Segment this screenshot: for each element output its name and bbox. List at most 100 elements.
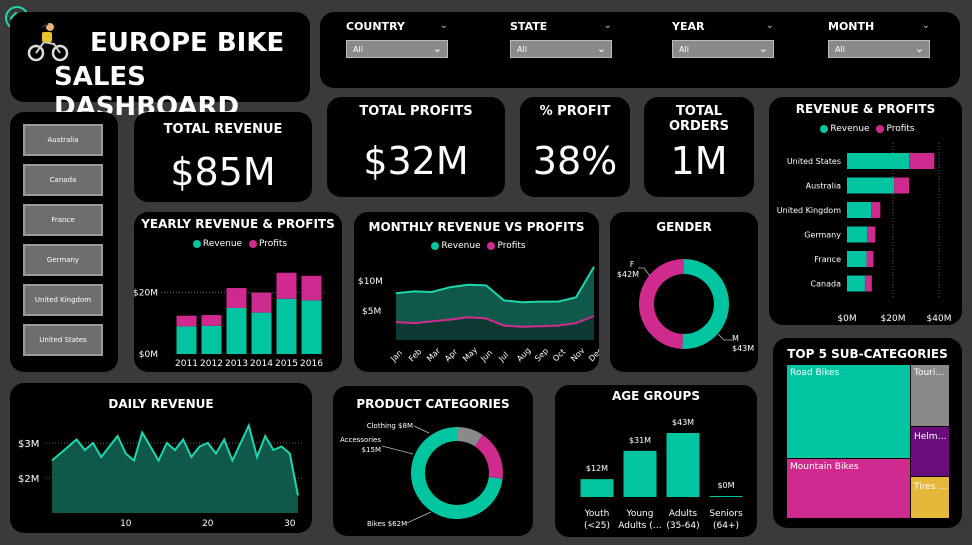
y-tick-label: $5M [362,307,381,317]
state-filter[interactable]: STATE ⌄ All ⌄ [510,20,612,58]
profits-bar [864,275,872,292]
chevron-down-icon[interactable]: ⌄ [440,20,448,31]
legend-profits-swatch [487,241,496,250]
x-tick-label: $20M [881,314,906,324]
chevron-down-icon: ⌄ [914,42,924,55]
profits-bar [871,202,881,218]
data-label: $12M [586,464,608,473]
legend-revenue-swatch [820,124,829,133]
x-tick-label: 20 [202,519,214,529]
category-label: Clothing $8M [367,422,413,430]
treemap-label: Helm… [914,432,947,442]
chevron-down-icon[interactable]: ⌄ [604,20,612,31]
filter-value: All [517,45,527,54]
filter-label: COUNTRY [346,20,405,33]
donut-slice [682,259,729,349]
header-card: EUROPE BIKE SALES DASHBOARD [10,12,310,122]
legend-profits: Profits [258,239,288,249]
x-tick-label: $40M [927,314,952,324]
label-leader-line [406,511,432,524]
kpi-value: $32M [363,139,469,183]
slicer-item-united-states[interactable]: United States [23,324,103,356]
chart-title: YEARLY REVENUE & PROFITS [141,217,335,231]
treemap-label: Touri… [914,368,945,378]
chevron-down-icon[interactable]: ⌄ [922,20,930,31]
legend-revenue-swatch [431,241,440,250]
slicer-item-canada[interactable]: Canada [23,164,103,196]
kpi-label: TOTAL ORDERS [668,104,730,134]
treemap-mountain-bikes[interactable]: Mountain Bikes [787,459,910,518]
chart-legend: Revenue Profits [354,241,599,251]
treemap-label: Road Bikes [790,368,840,378]
product-donut-chart: Clothing $8M Accessories $15M Bikes $62M [340,422,503,528]
data-label: $43M [672,418,694,427]
daily-area [52,425,298,513]
chart-legend: Revenue Profits [769,124,962,134]
monthly-area-chart: $10M $5M Jan Feb Mar Apr May Jun Jul Aug Sep Oct Nov… [358,266,599,364]
x-tick-label: Young [626,509,654,519]
state-dropdown[interactable]: All ⌄ [510,40,612,58]
label-leader-line [717,333,732,341]
legend-profits-swatch [248,239,257,248]
filters-card: COUNTRY ⌄ All ⌄ STATE ⌄ All ⌄ YEAR ⌄ All ⌄ … [320,12,960,88]
chart-title: DAILY REVENUE [108,397,214,411]
kpi-label: TOTAL REVENUE [163,122,283,137]
revenue-bar [176,326,197,354]
slicer-item-australia[interactable]: Australia [23,124,103,156]
slicer-item-germany[interactable]: Germany [23,244,103,276]
legend-profits: Profits [497,241,526,251]
treemap-helmets[interactable]: Helm… [911,427,949,476]
profits-bar [251,292,272,313]
treemap-road-bikes[interactable]: Road Bikes [787,365,910,458]
x-tick-label: Youth [584,509,610,519]
total-profits-card: TOTAL PROFITS $32M [327,97,505,197]
legend-profits: Profits [886,124,915,134]
country-slicer: Australia Canada France Germany United K… [10,112,118,372]
category-value: $15M [362,446,381,454]
slicer-item-france[interactable]: France [23,204,103,236]
country-filter[interactable]: COUNTRY ⌄ All ⌄ [346,20,448,58]
year-dropdown[interactable]: All ⌄ [672,40,774,58]
y-tick-label: $3M [18,439,39,450]
gender-value: $42M [617,270,639,279]
dashboard-title-line1: EUROPE BIKE [90,28,285,58]
filter-label: STATE [510,20,548,33]
y-tick-label: France [814,255,841,264]
kpi-value: 38% [532,139,618,183]
revenue-bar [847,226,868,243]
treemap-label: Tires … [914,482,948,492]
treemap-label: Mountain Bikes [790,462,859,472]
profits-bar [201,315,222,326]
month-dropdown[interactable]: All ⌄ [828,40,930,58]
profits-bar [866,251,874,267]
country-dropdown[interactable]: All ⌄ [346,40,448,58]
treemap-tires[interactable]: Tires … [911,477,949,518]
chart-title: MONTHLY REVENUE VS PROFITS [368,220,585,234]
x-tick-label: Oct [551,347,567,363]
x-tick-label: 2016 [300,359,323,369]
chevron-down-icon[interactable]: ⌄ [766,20,774,31]
daily-area-chart: $3M $2M 10 20 30 [18,422,304,529]
x-tick-label: Jun [478,348,494,364]
chart-title: REVENUE & PROFITS [795,102,936,116]
chevron-down-icon: ⌄ [758,42,768,55]
filter-label: YEAR [672,20,705,33]
chevron-down-icon: ⌄ [596,42,606,55]
chevron-down-icon: ⌄ [432,42,442,55]
treemap-touring-bikes[interactable]: Touri… [911,365,949,426]
slicer-item-united-kingdom[interactable]: United Kingdom [23,284,103,316]
y-tick-label: $0M [139,350,158,360]
y-tick-label: $20M [134,289,158,299]
revenue-bar [226,308,247,354]
revenue-bar [847,275,865,292]
legend-profits-swatch [876,124,885,133]
age-bar [709,496,743,497]
daily-card: DAILY REVENUE $3M $2M 10 20 30 [10,383,312,533]
total-revenue-card: TOTAL REVENUE $85M [134,112,312,202]
x-tick-label: Adults [669,509,697,519]
month-filter[interactable]: MONTH ⌄ All ⌄ [828,20,930,58]
x-tick-label: Seniors [709,509,743,519]
gender-label: M [732,334,739,343]
age-card: AGE GROUPS $12M $31M $43M $0M Youth (<25) Youn… [555,385,757,537]
year-filter[interactable]: YEAR ⌄ All ⌄ [672,20,774,58]
